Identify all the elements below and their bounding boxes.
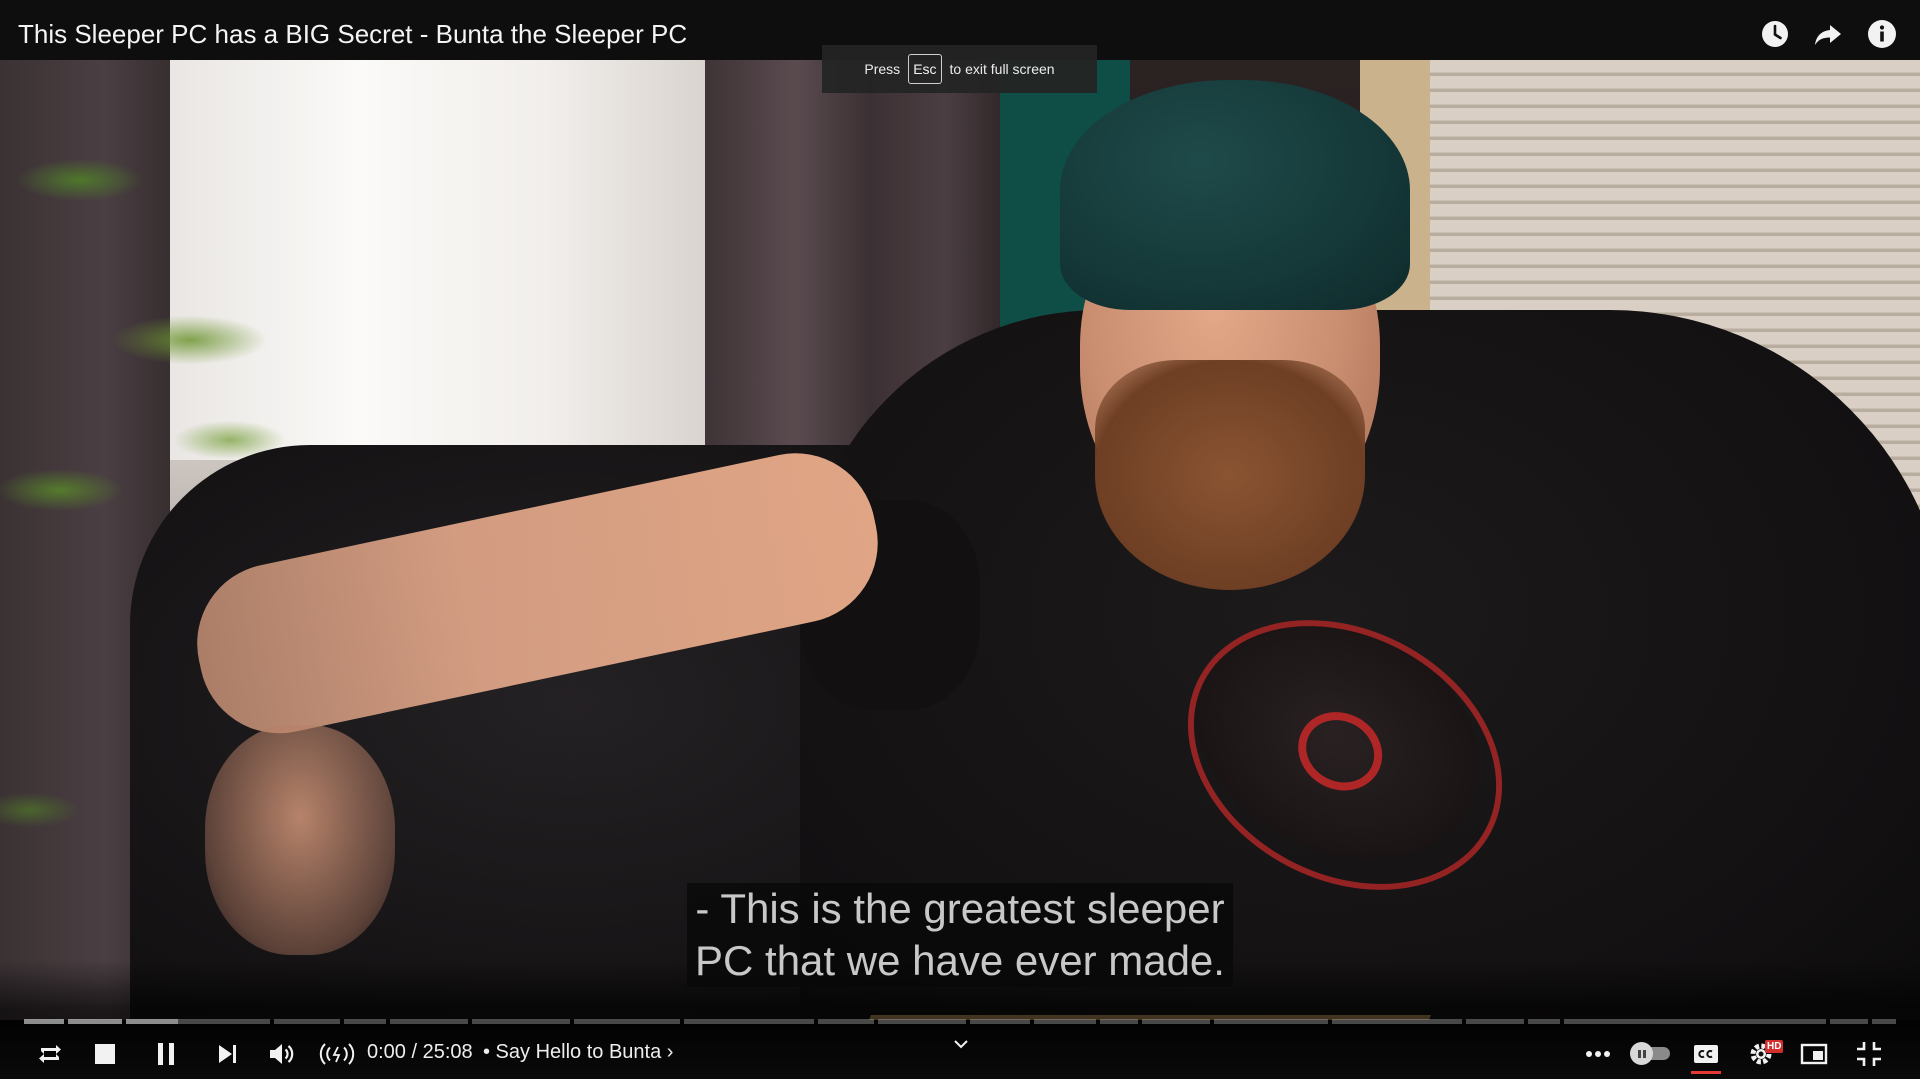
chevron-down-icon[interactable]	[950, 1036, 972, 1054]
captions-icon[interactable]	[1688, 1036, 1724, 1074]
video-scene	[0, 60, 1920, 1020]
live-stream-icon[interactable]	[317, 1036, 357, 1072]
share-icon[interactable]	[1813, 19, 1843, 49]
chapter-segment[interactable]	[274, 1019, 340, 1024]
hint-press-text: Press	[864, 61, 901, 77]
captions-active-indicator	[1691, 1071, 1721, 1074]
esc-key-badge: Esc	[908, 54, 942, 84]
chapter-segment[interactable]	[1872, 1019, 1896, 1024]
hint-suffix-text: to exit full screen	[949, 61, 1055, 77]
chapter-segment[interactable]	[970, 1019, 1030, 1024]
exit-fullscreen-icon[interactable]	[1851, 1036, 1887, 1072]
more-options-icon[interactable]	[1580, 1036, 1616, 1072]
scene-person-beanie	[1060, 80, 1410, 310]
chapter-segment[interactable]	[574, 1019, 680, 1024]
chapter-segment[interactable]	[1332, 1019, 1462, 1024]
loop-icon[interactable]	[32, 1036, 68, 1072]
chapter-segment[interactable]	[1034, 1019, 1096, 1024]
chapter-segment[interactable]	[1830, 1019, 1868, 1024]
video-frame[interactable]	[0, 60, 1920, 1020]
chapter-segment[interactable]	[1564, 1019, 1826, 1024]
chapter-segment[interactable]	[24, 1019, 64, 1024]
caption-window[interactable]: - This is the greatest sleeper PC that w…	[684, 883, 1236, 987]
progress-bar[interactable]	[24, 1019, 1896, 1024]
watch-later-icon[interactable]	[1760, 19, 1790, 49]
chapter-segment[interactable]	[878, 1019, 966, 1024]
caption-line-1: - This is the greatest sleeper	[687, 883, 1233, 935]
chapter-title-button[interactable]: • Say Hello to Bunta ›	[483, 1041, 673, 1064]
info-icon[interactable]	[1867, 19, 1897, 49]
miniplayer-icon[interactable]	[1796, 1036, 1832, 1072]
hd-badge: HD	[1765, 1040, 1784, 1053]
chapter-segment[interactable]	[1100, 1019, 1138, 1024]
time-display: 0:00 / 25:08	[367, 1041, 473, 1063]
video-title[interactable]: This Sleeper PC has a BIG Secret - Bunta…	[18, 19, 687, 50]
chapter-segment[interactable]	[178, 1019, 270, 1024]
chapter-segment[interactable]	[344, 1019, 386, 1024]
pause-icon[interactable]	[148, 1036, 184, 1072]
chapter-segment[interactable]	[1142, 1019, 1210, 1024]
chapter-segment[interactable]	[1214, 1019, 1328, 1024]
stop-icon[interactable]	[87, 1036, 123, 1072]
chapter-segment[interactable]	[390, 1019, 468, 1024]
settings-icon[interactable]: HD	[1743, 1036, 1784, 1072]
autoplay-pause-icon	[1630, 1042, 1653, 1065]
chapter-segment[interactable]	[472, 1019, 570, 1024]
chapter-segment[interactable]	[126, 1019, 178, 1024]
scene-person-hand	[205, 725, 395, 955]
caption-line-2: PC that we have ever made.	[687, 935, 1233, 987]
volume-icon[interactable]	[263, 1036, 299, 1072]
chapter-segment[interactable]	[818, 1019, 874, 1024]
chapter-segment[interactable]	[684, 1019, 814, 1024]
chapter-segment[interactable]	[1528, 1019, 1560, 1024]
player-controls: 0:00 / 25:08 • Say Hello to Bunta › HD	[0, 1028, 1920, 1076]
chapter-segment[interactable]	[68, 1019, 122, 1024]
next-icon[interactable]	[209, 1036, 245, 1072]
scene-person-beard	[1095, 360, 1365, 590]
chapter-segment[interactable]	[1466, 1019, 1524, 1024]
fullscreen-exit-hint: Press Esc to exit full screen	[822, 45, 1097, 93]
autoplay-toggle[interactable]	[1630, 1041, 1672, 1065]
